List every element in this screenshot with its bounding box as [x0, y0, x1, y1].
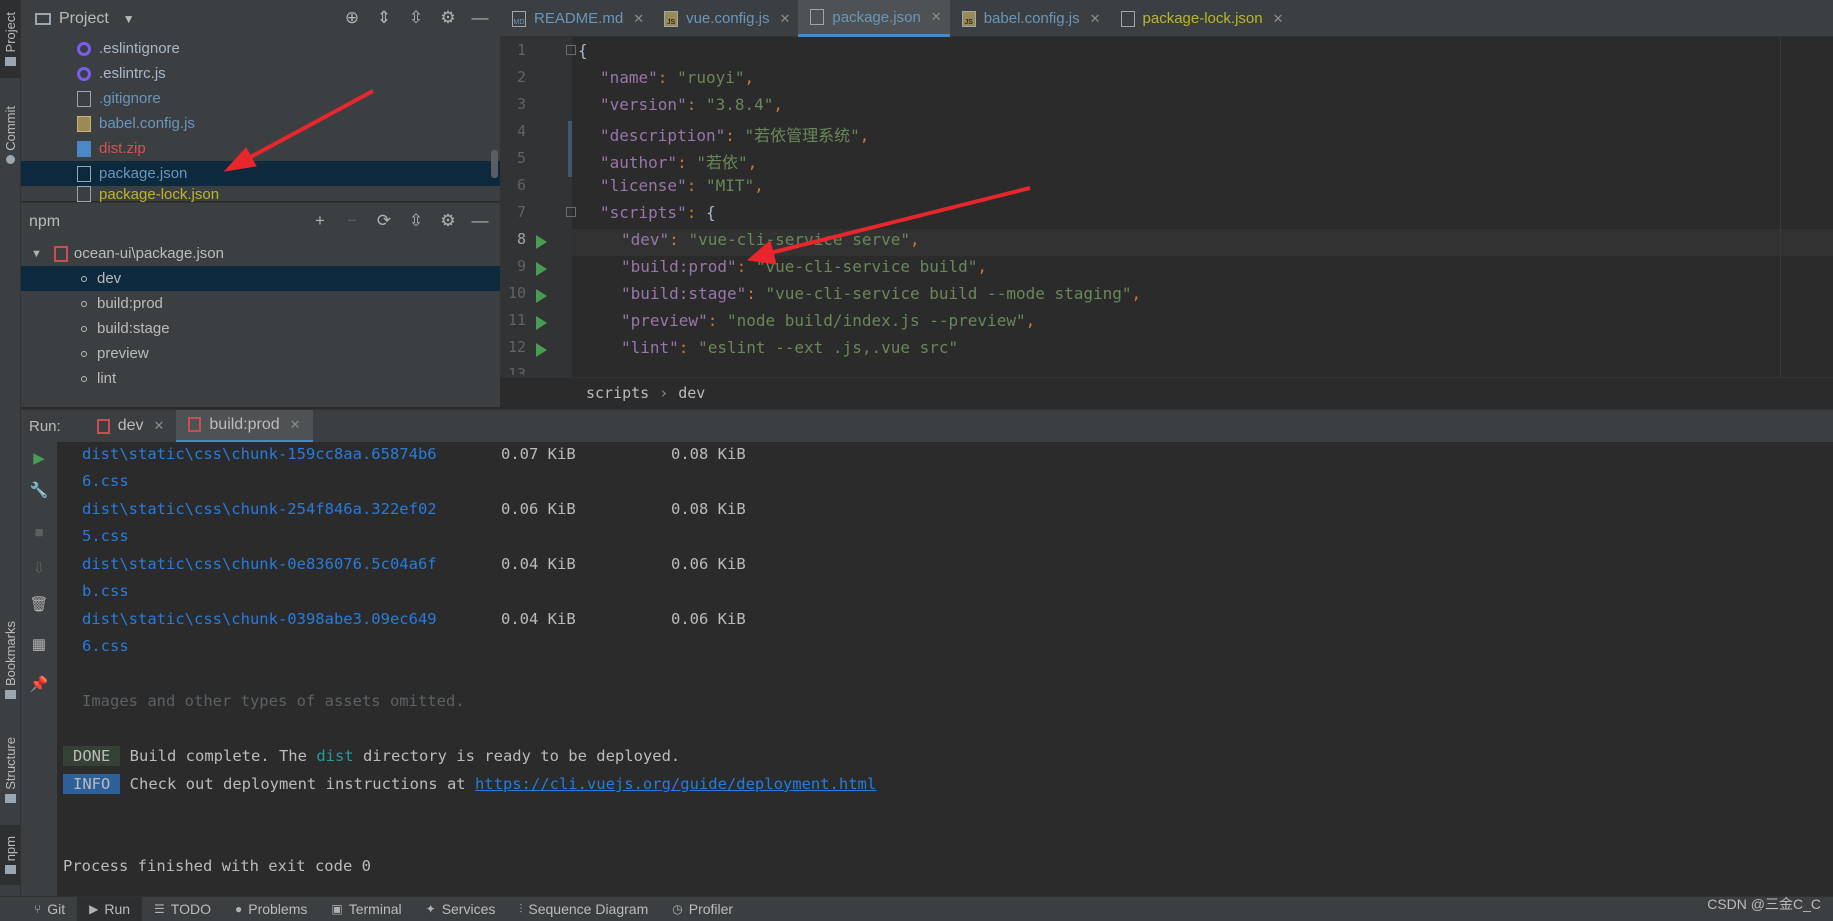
arrow-to-package-json [223, 89, 374, 172]
arrow-to-dev-script [746, 186, 1031, 265]
annotation-arrows [223, 89, 1031, 265]
